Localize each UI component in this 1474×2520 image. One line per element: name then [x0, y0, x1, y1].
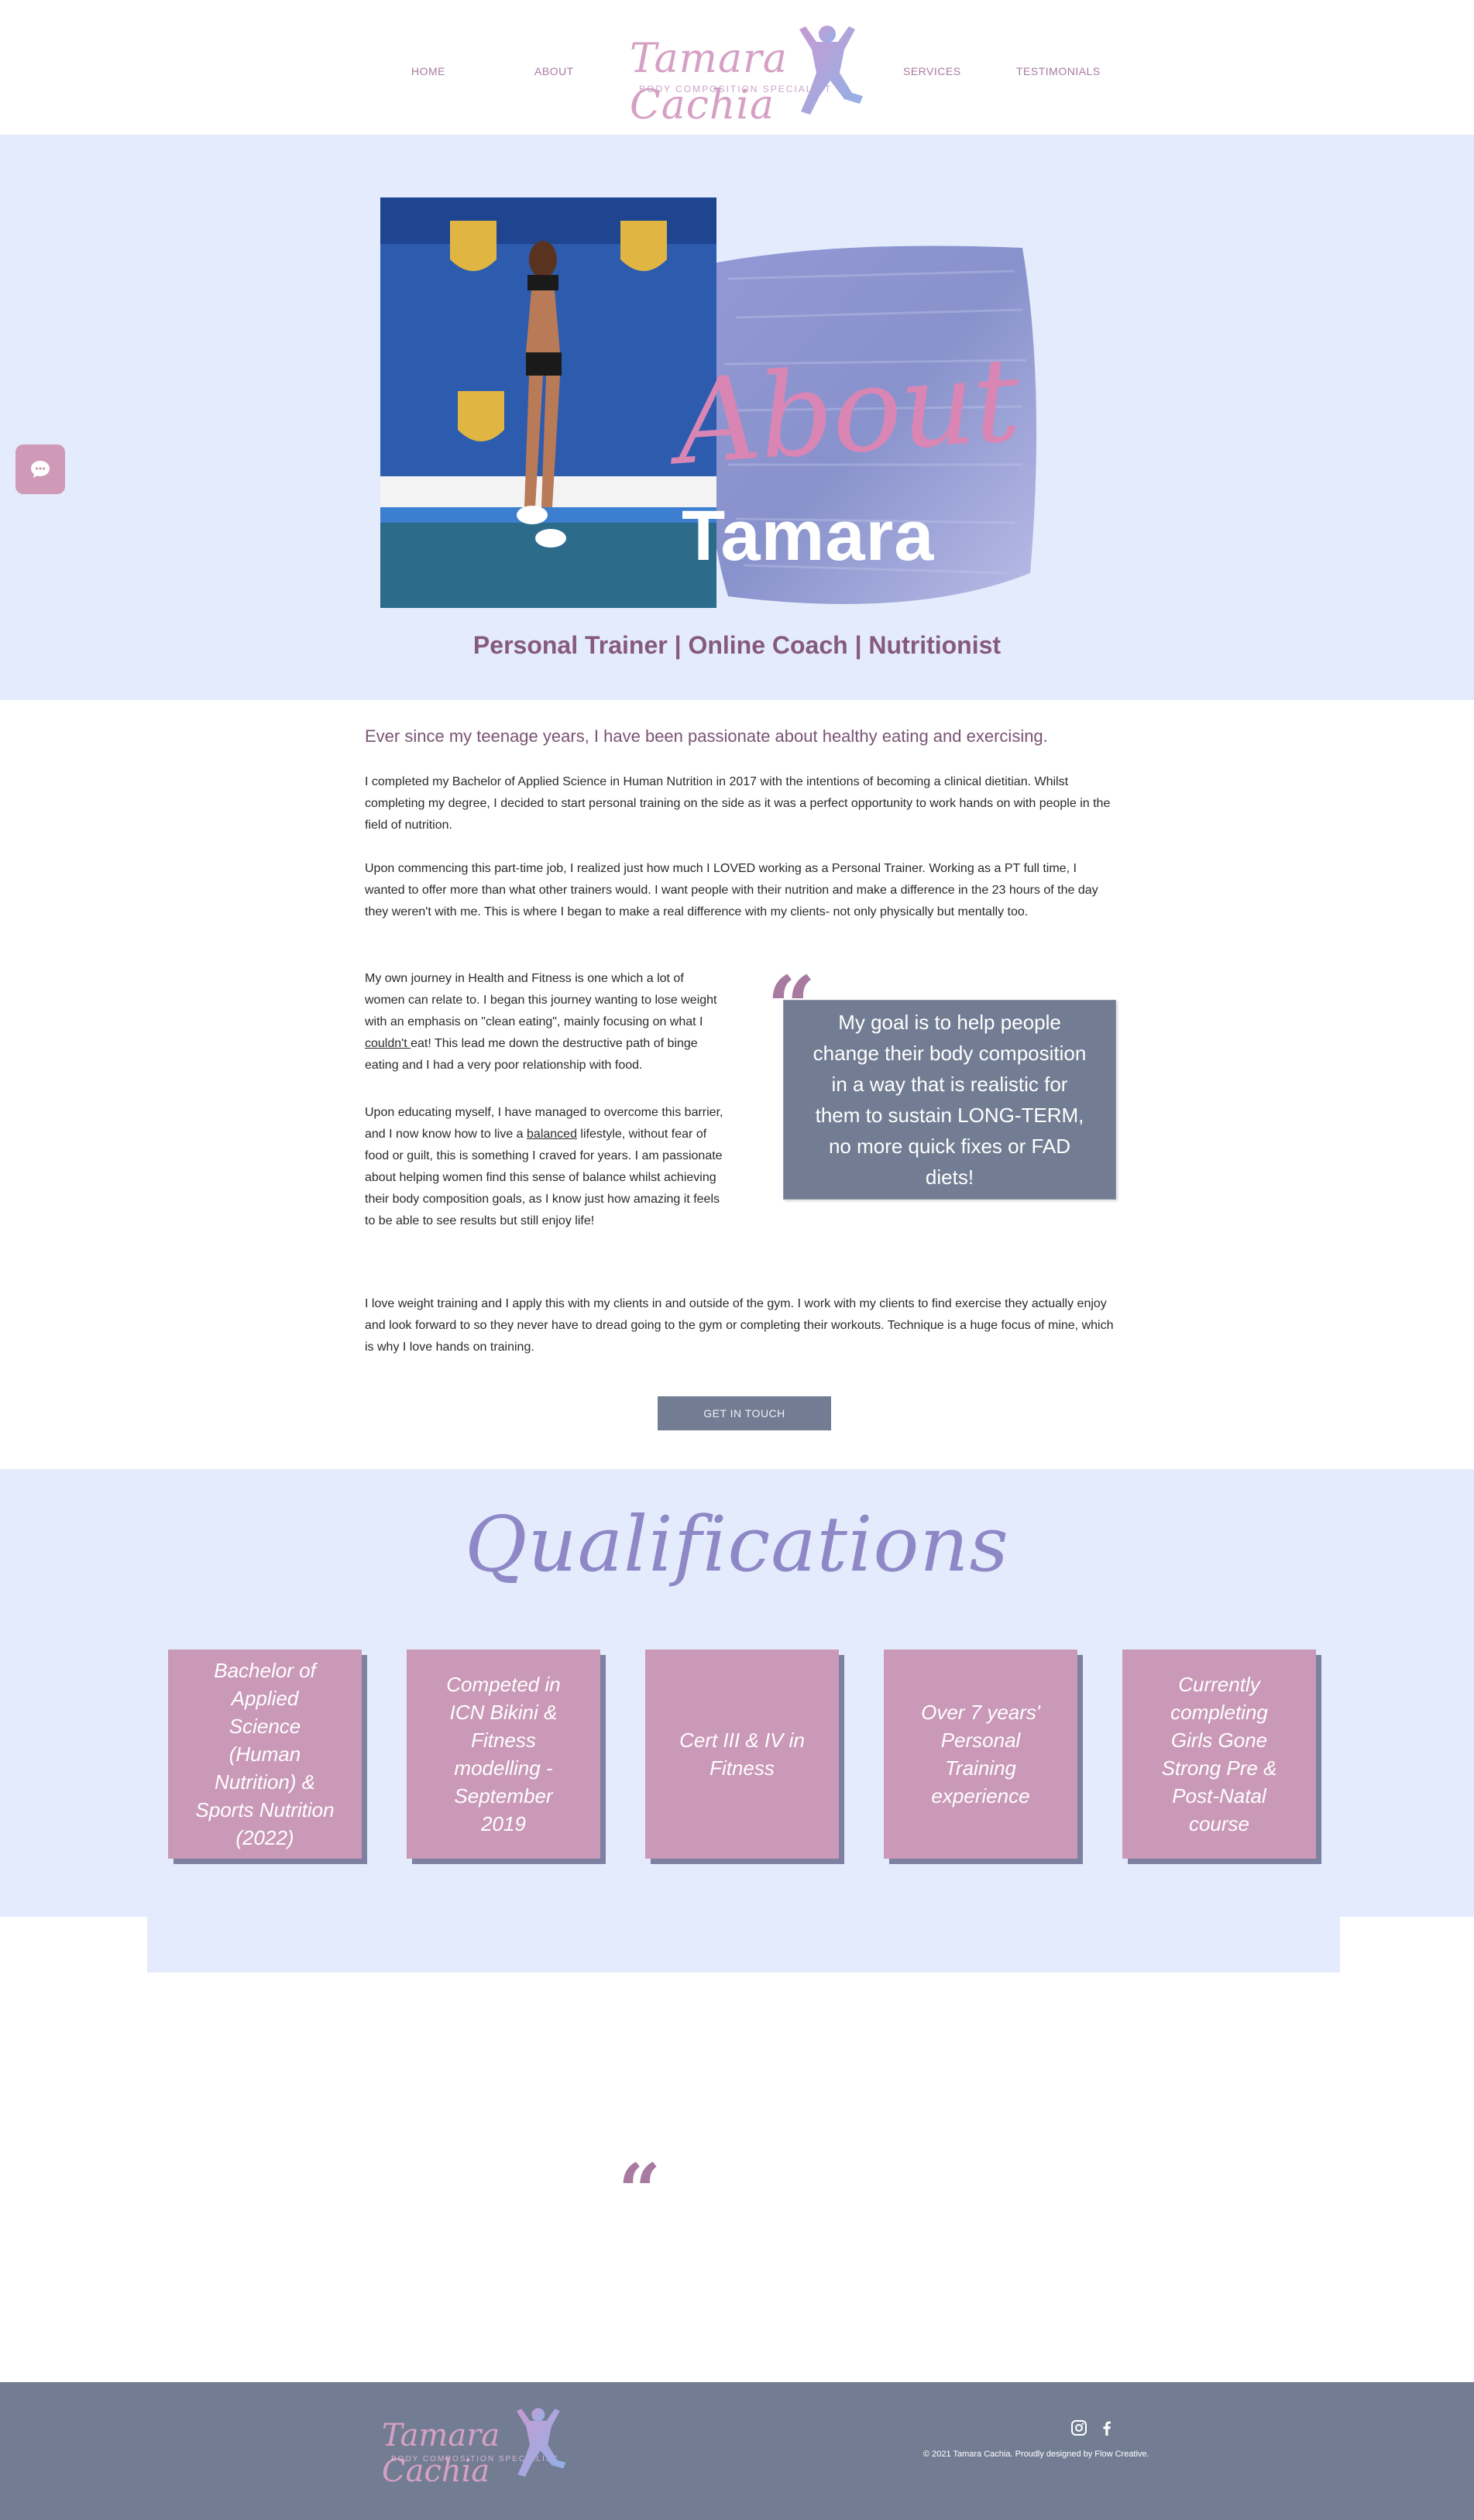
- chat-icon: [31, 461, 50, 478]
- qualification-card-cert: Cert III & IV in Fitness: [645, 1650, 839, 1859]
- testimonial-quote-icon: “: [618, 2147, 661, 2235]
- nav-services[interactable]: SERVICES: [903, 65, 961, 77]
- get-in-touch-button[interactable]: GET IN TOUCH: [658, 1396, 831, 1430]
- journey-underline: couldn't: [365, 1037, 411, 1050]
- hero-subtitle: Personal Trainer | Online Coach | Nutrit…: [472, 631, 1002, 659]
- about-name-title: Tamara: [682, 496, 935, 575]
- qualifications-title: Qualifications: [465, 1501, 1009, 1589]
- qualification-card-course: Currently completing Girls Gone Strong P…: [1122, 1650, 1316, 1859]
- facebook-icon[interactable]: [1097, 2418, 1117, 2438]
- site-header: HOME ABOUT Tamara Cachia BODY COMPOSITIO…: [0, 0, 1474, 135]
- lead-paragraph: Ever since my teenage years, I have been…: [365, 726, 1048, 746]
- paragraph-education: I completed my Bachelor of Applied Scien…: [365, 775, 1111, 832]
- paragraph-journey: My own journey in Health and Fitness is …: [365, 968, 725, 1076]
- balance-underline: balanced: [527, 1128, 577, 1141]
- qualifications-section-extension: [147, 1917, 1340, 1972]
- photo-illustration: [380, 197, 716, 608]
- site-logo[interactable]: Tamara Cachia BODY COMPOSITION SPECIALIS…: [624, 19, 864, 129]
- balance-text-b: lifestyle, without fear of food or guilt…: [365, 1128, 723, 1227]
- qualification-card-competition: Competed in ICN Bikini & Fitness modelli…: [407, 1650, 600, 1859]
- goal-quote-box: My goal is to help people change their b…: [783, 1000, 1116, 1200]
- hero-photo: [380, 197, 716, 608]
- about-script-title: About: [672, 332, 1023, 491]
- paragraph-balance: Upon educating myself, I have managed to…: [365, 1102, 725, 1232]
- qualification-card-experience: Over 7 years' Personal Training experien…: [884, 1650, 1077, 1859]
- fitness-figure-icon: [517, 2408, 566, 2477]
- site-footer: [0, 2382, 1474, 2520]
- journey-text-a: My own journey in Health and Fitness is …: [365, 972, 717, 1028]
- nav-about[interactable]: ABOUT: [534, 65, 574, 77]
- paragraph-training: I love weight training and I apply this …: [365, 1297, 1114, 1354]
- nav-home[interactable]: HOME: [411, 65, 445, 77]
- fitness-figure-icon: [799, 26, 863, 115]
- footer-logo[interactable]: Tamara Cachia BODY COMPOSITION SPECIALIS…: [376, 2401, 569, 2489]
- chat-button[interactable]: [15, 445, 65, 494]
- paragraph-career: Upon commencing this part-time job, I re…: [365, 862, 1098, 918]
- journey-text-b: eat! This lead me down the destructive p…: [365, 1037, 698, 1072]
- instagram-icon[interactable]: [1069, 2418, 1089, 2438]
- qualification-card-degree: Bachelor of Applied Science (Human Nutri…: [168, 1650, 362, 1859]
- copyright-text: © 2021 Tamara Cachia. Proudly designed b…: [923, 2450, 1149, 2459]
- nav-testimonials[interactable]: TESTIMONIALS: [1016, 65, 1101, 77]
